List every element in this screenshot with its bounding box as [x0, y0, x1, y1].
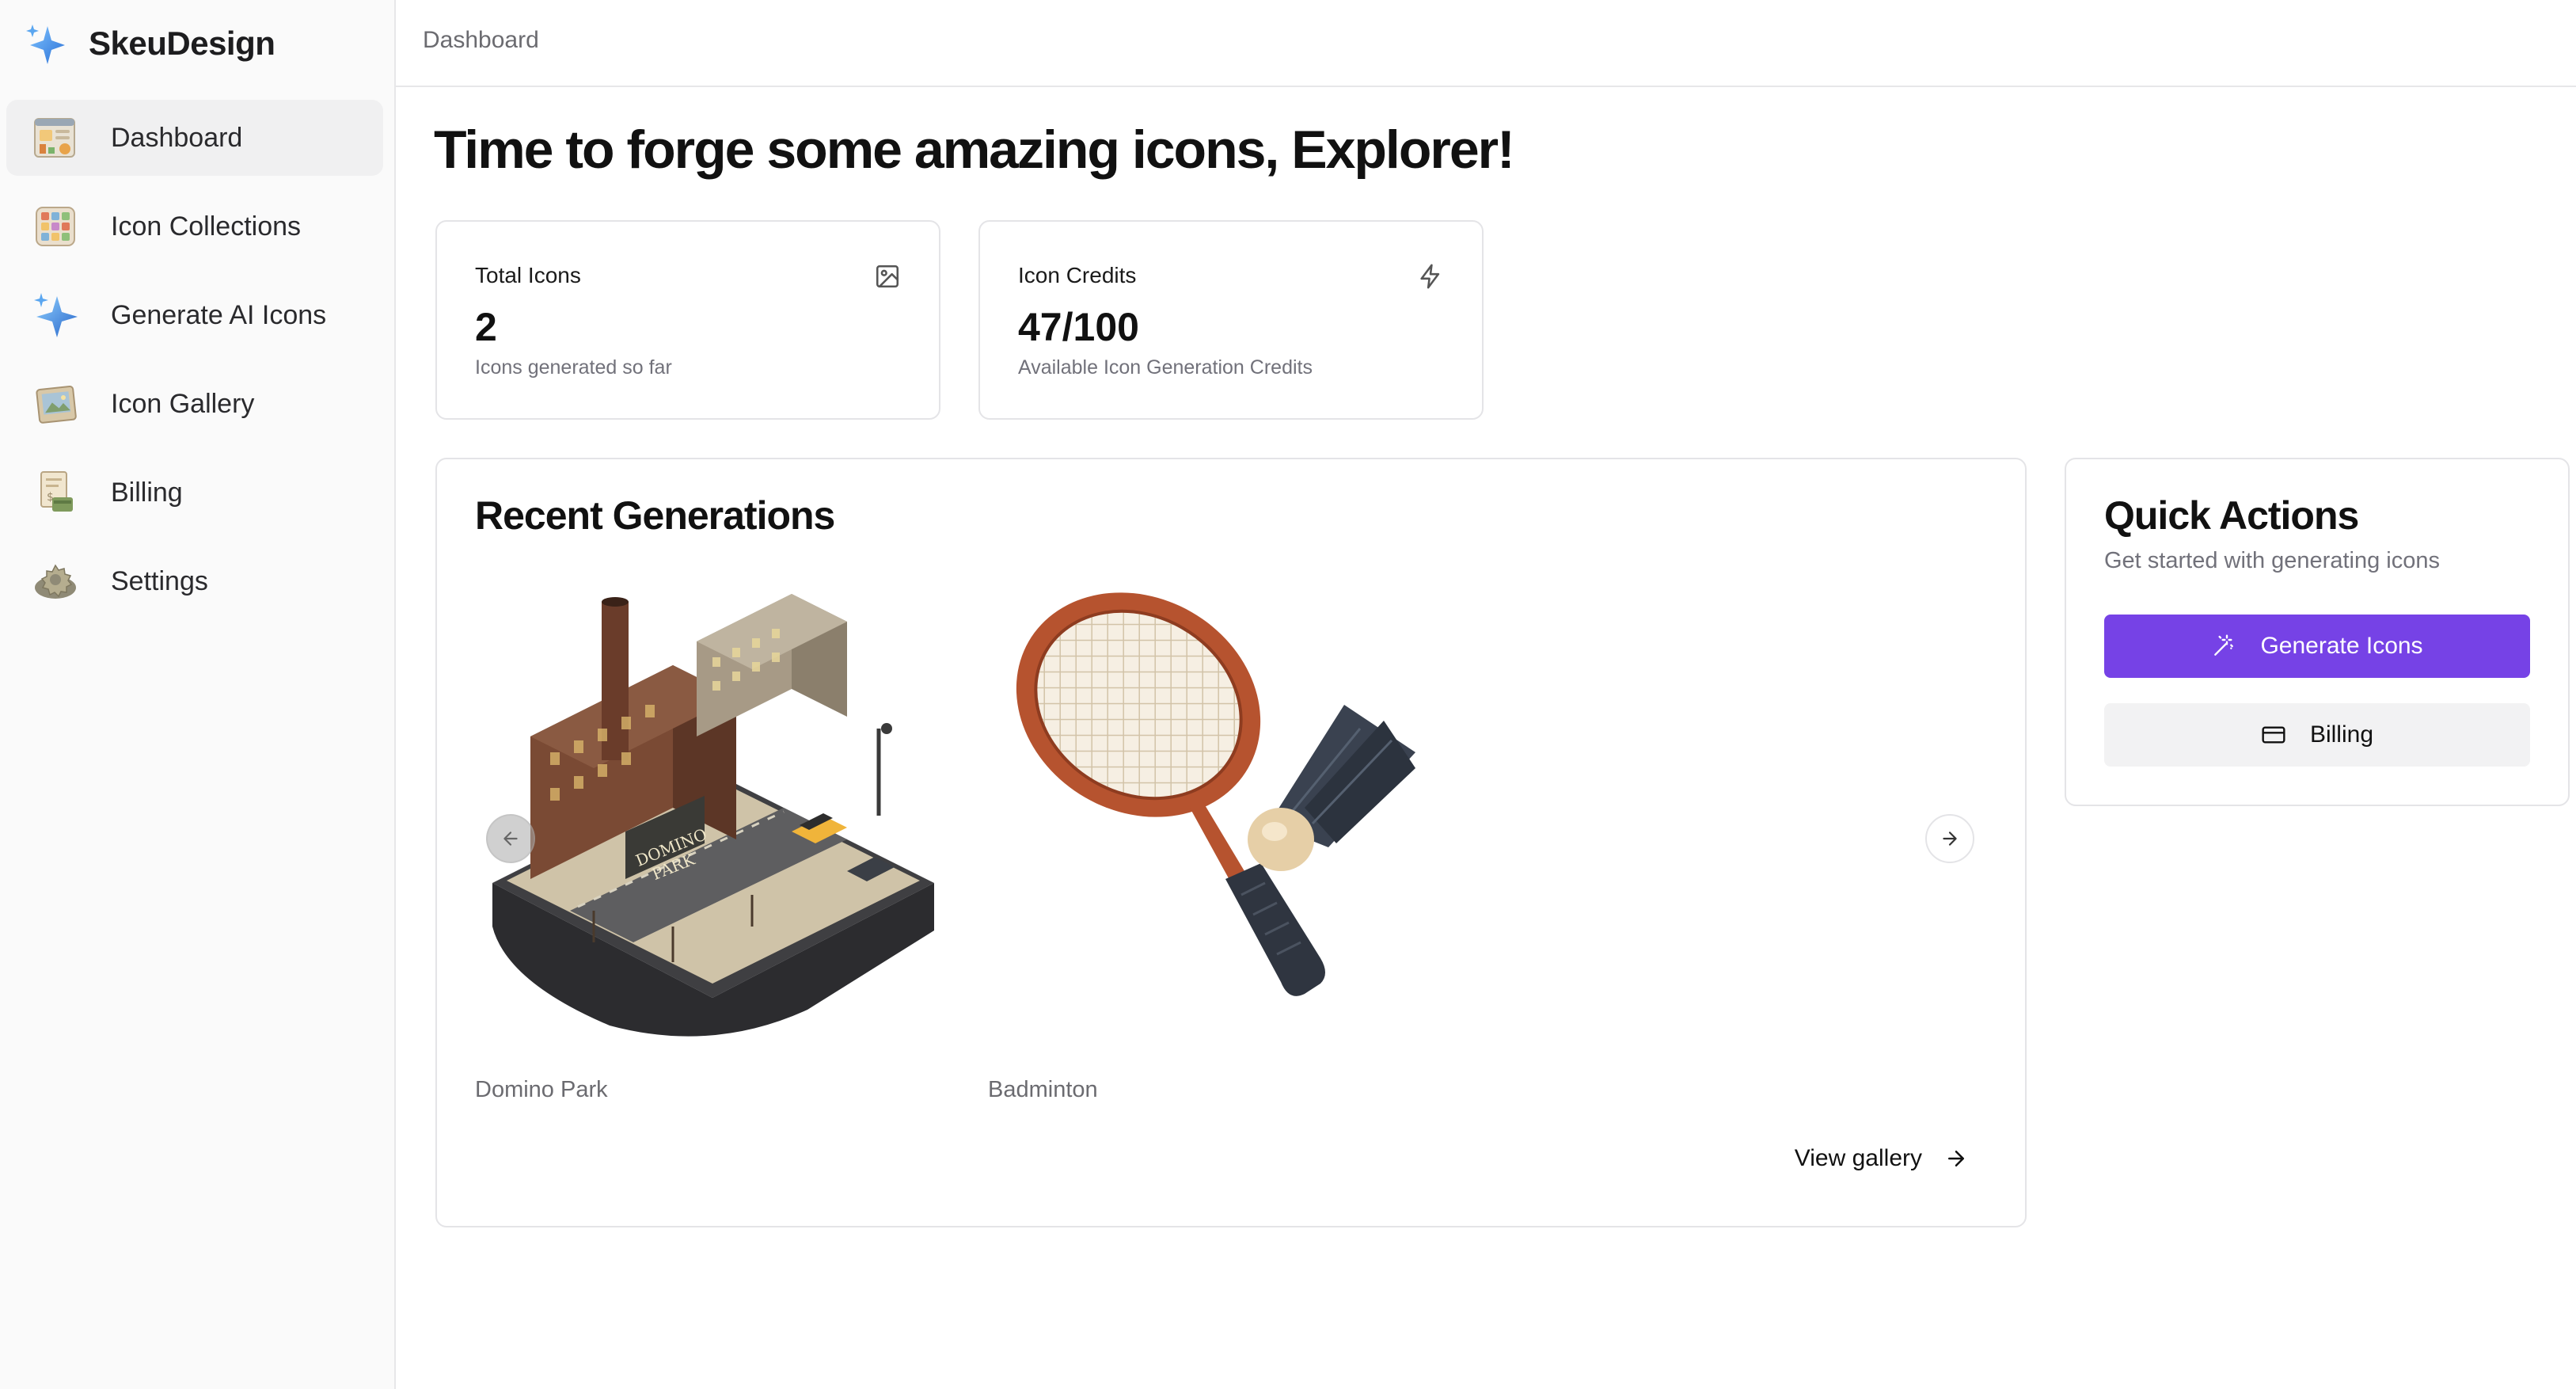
billing-label: Billing — [2309, 721, 2374, 748]
domino-park-city-block-image: DOMINO PARK — [492, 594, 934, 1037]
sidebar-item-label: Icon Collections — [111, 211, 302, 242]
gear-icon — [35, 564, 76, 599]
stat-title: Icon Credits — [1018, 263, 1137, 287]
stat-value: 2 — [475, 305, 497, 349]
badminton-racket-shuttlecock-image — [1016, 592, 1415, 996]
arrow-left-icon — [503, 831, 518, 846]
total-icons-card: Total Icons 2 Icons generated so far — [435, 220, 940, 420]
sidebar-item-label: Dashboard — [111, 122, 243, 153]
sidebar-item-icon-collections[interactable]: Icon Collections — [6, 188, 383, 264]
magic-wand-icon — [2214, 634, 2234, 656]
view-gallery-label: View gallery — [1794, 1145, 1922, 1171]
sidebar-item-dashboard[interactable]: Dashboard — [6, 100, 383, 176]
recent-generations-card: Recent Generations DOMINO PARK Domino Pa… — [435, 458, 2027, 1227]
generate-icons-button[interactable]: Generate Icons — [2104, 615, 2530, 678]
top-bar: Dashboard — [396, 0, 2576, 87]
sidebar-item-label: Icon Gallery — [111, 388, 255, 419]
app-name: SkeuDesign — [89, 25, 275, 62]
generate-icons-label: Generate Icons — [2260, 633, 2423, 659]
sidebar-item-label: Settings — [111, 565, 208, 596]
quick-actions-card: Quick Actions Get started with generatin… — [2065, 458, 2570, 806]
sparkle-icon — [26, 25, 65, 64]
stat-subtitle: Available Icon Generation Credits — [1018, 356, 1313, 379]
card-subtitle: Get started with generating icons — [2104, 548, 2440, 573]
arrow-right-icon — [1943, 831, 1957, 846]
dashboard-icon — [34, 118, 75, 158]
stat-title: Total Icons — [475, 263, 581, 287]
sparkle-icon — [34, 293, 78, 337]
carousel-next-button[interactable] — [1925, 814, 1974, 863]
card-title: Quick Actions — [2104, 493, 2359, 538]
sidebar-item-label: Generate AI Icons — [111, 299, 327, 330]
carousel-prev-button[interactable] — [486, 814, 535, 863]
sidebar-item-icon-gallery[interactable]: Icon Gallery — [6, 366, 383, 442]
app-root: SkeuDesign Dashboard Icon Collections Ge… — [0, 0, 2576, 1389]
arrow-right-icon — [1948, 1151, 1964, 1166]
view-gallery-link[interactable]: View gallery — [1795, 1145, 1968, 1172]
collections-grid-icon — [36, 207, 75, 246]
image-icon — [876, 264, 899, 288]
brand[interactable]: SkeuDesign — [24, 16, 275, 71]
sidebar-nav: Dashboard Icon Collections Generate AI I… — [6, 100, 383, 632]
sidebar-item-generate-ai-icons[interactable]: Generate AI Icons — [6, 277, 383, 353]
credit-card-icon — [2262, 726, 2285, 744]
generation-thumbnail-badminton[interactable] — [988, 570, 1463, 1045]
sidebar-item-billing[interactable]: $ Billing — [6, 455, 383, 531]
sidebar-item-label: Billing — [111, 477, 183, 508]
lightning-icon — [1420, 264, 1440, 289]
breadcrumb[interactable]: Dashboard — [423, 27, 539, 54]
card-title: Recent Generations — [475, 493, 835, 538]
billing-receipt-icon: $ — [40, 471, 73, 512]
sidebar: SkeuDesign Dashboard Icon Collections Ge… — [0, 0, 396, 1389]
picture-frame-icon — [36, 385, 77, 424]
billing-button[interactable]: Billing — [2104, 703, 2530, 767]
generation-caption: Domino Park — [475, 1077, 608, 1102]
generation-thumbnail-domino-park[interactable]: DOMINO PARK — [475, 570, 950, 1045]
icon-credits-card: Icon Credits 47/100 Available Icon Gener… — [978, 220, 1484, 420]
sidebar-item-settings[interactable]: Settings — [6, 543, 383, 619]
page-title: Time to forge some amazing icons, Explor… — [434, 120, 1515, 180]
stat-value: 47/100 — [1018, 305, 1139, 349]
stat-subtitle: Icons generated so far — [475, 356, 672, 379]
generation-caption: Badminton — [988, 1077, 1098, 1102]
